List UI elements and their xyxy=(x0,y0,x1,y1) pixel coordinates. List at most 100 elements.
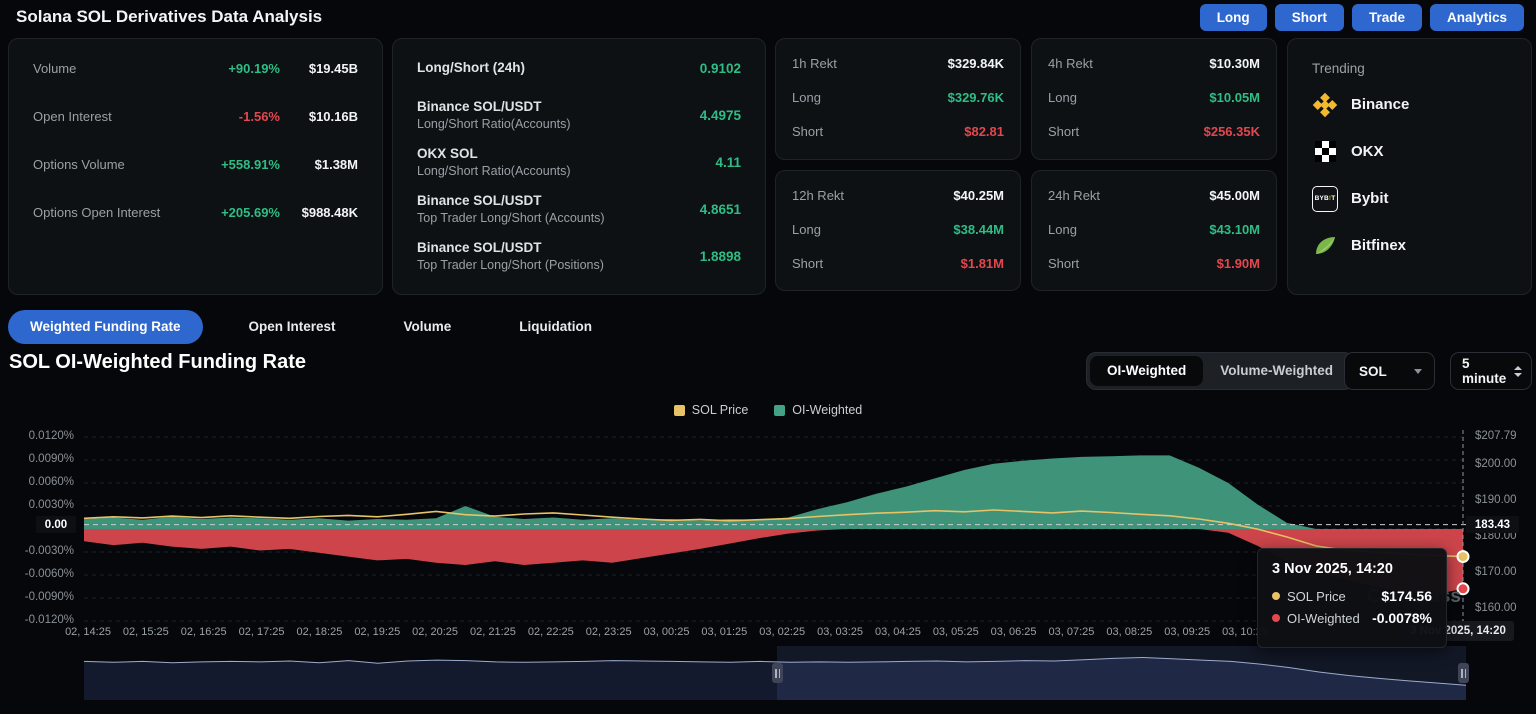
tooltip-row-oi-weighted: OI-Weighted -0.0078% xyxy=(1272,610,1432,626)
short-button[interactable]: Short xyxy=(1275,4,1344,31)
rekt-short-label: Short xyxy=(1048,124,1204,139)
ratio-subtitle: Top Trader Long/Short (Accounts) xyxy=(417,210,700,227)
tab-liquidation[interactable]: Liquidation xyxy=(497,310,614,344)
bybit-logo-icon: BYB!T xyxy=(1312,186,1338,212)
stat-value: $1.38M xyxy=(280,157,358,172)
stat-row-options-open-interest: Options Open Interest +205.69% $988.48K xyxy=(33,188,358,236)
tab-volume[interactable]: Volume xyxy=(382,310,474,344)
y-axis-left-tick: -0.0120% xyxy=(4,614,74,626)
rekt-title: 24h Rekt xyxy=(1048,188,1209,203)
rekt-total: $10.30M xyxy=(1209,56,1260,71)
trending-item-bitfinex[interactable]: Bitfinex xyxy=(1312,222,1507,269)
rekt-long-value: $38.44M xyxy=(953,222,1004,237)
ratio-row: Binance SOL/USDT Top Trader Long/Short (… xyxy=(417,233,741,280)
oi-weighted-swatch xyxy=(774,405,785,416)
rekt-total: $40.25M xyxy=(953,188,1004,203)
trending-item-bybit[interactable]: BYB!T Bybit xyxy=(1312,175,1507,222)
legend-label: SOL Price xyxy=(692,403,749,417)
stats-panel: Volume +90.19% $19.45B Open Interest -1.… xyxy=(8,38,383,295)
header-buttons: Long Short Trade Analytics xyxy=(1200,4,1524,31)
y-axis-right-tick: $160.00 xyxy=(1475,602,1517,614)
trending-item-okx[interactable]: OKX xyxy=(1312,128,1507,175)
interval-select-value: 5 minute xyxy=(1462,356,1514,386)
ratio-title: OKX SOL xyxy=(417,145,715,163)
derivatives-dashboard: Solana SOL Derivatives Data Analysis Lon… xyxy=(0,0,1536,714)
trending-item-binance[interactable]: Binance xyxy=(1312,81,1507,128)
ratio-value: 1.8898 xyxy=(700,249,741,264)
ratio-value: 4.11 xyxy=(715,155,741,170)
segment-oi-weighted[interactable]: OI-Weighted xyxy=(1090,356,1203,386)
oi-weighted-dot-icon xyxy=(1272,614,1280,622)
y-axis-right-tick: $170.00 xyxy=(1475,566,1517,578)
y-axis-right-tick: $200.00 xyxy=(1475,458,1517,470)
rekt-short-value: $256.35K xyxy=(1204,124,1260,139)
rekt-title: 1h Rekt xyxy=(792,56,948,71)
symbol-select[interactable]: SOL xyxy=(1344,352,1435,390)
y-axis-left-tick: 0.0120% xyxy=(4,430,74,442)
rekt-total: $329.84K xyxy=(948,56,1004,71)
legend-item-oi-weighted[interactable]: OI-Weighted xyxy=(774,403,862,417)
ratio-value: 4.4975 xyxy=(700,108,741,123)
long-button[interactable]: Long xyxy=(1200,4,1267,31)
rekt-short-label: Short xyxy=(792,256,961,271)
weighting-toggle: OI-Weighted Volume-Weighted xyxy=(1086,352,1354,390)
legend-item-sol-price[interactable]: SOL Price xyxy=(674,403,749,417)
ratio-row: Binance SOL/USDT Top Trader Long/Short (… xyxy=(417,186,741,233)
rekt-long-value: $43.10M xyxy=(1209,222,1260,237)
ratio-title: Binance SOL/USDT xyxy=(417,239,700,257)
y-axis-right-tick: $190.00 xyxy=(1475,494,1517,506)
navigator-handle-left[interactable] xyxy=(772,663,783,683)
chart-navigator[interactable] xyxy=(84,646,1470,700)
binance-logo-icon xyxy=(1312,92,1338,118)
ratio-subtitle: Long/Short Ratio(Accounts) xyxy=(417,163,715,180)
trending-panel: Trending Binance OKX BYB!T Bybit xyxy=(1287,38,1532,295)
tab-open-interest[interactable]: Open Interest xyxy=(227,310,358,344)
stat-label: Open Interest xyxy=(33,109,192,124)
chevron-down-icon xyxy=(1414,369,1422,374)
stat-value: $988.48K xyxy=(280,205,358,220)
tooltip-value: -0.0078% xyxy=(1372,610,1432,626)
sol-price-swatch xyxy=(674,405,685,416)
current-funding-label: 0.00 xyxy=(36,516,76,533)
tab-weighted-funding-rate[interactable]: Weighted Funding Rate xyxy=(8,310,203,344)
interval-select[interactable]: 5 minute xyxy=(1450,352,1532,390)
ratio-row: OKX SOL Long/Short Ratio(Accounts) 4.11 xyxy=(417,139,741,186)
ratio-subtitle: Long/Short Ratio(Accounts) xyxy=(417,116,700,133)
trending-name: Bitfinex xyxy=(1351,237,1406,254)
stat-label: Volume xyxy=(33,61,192,76)
ratio-value: 4.8651 xyxy=(700,202,741,217)
segment-volume-weighted[interactable]: Volume-Weighted xyxy=(1203,356,1350,386)
chart-tooltip: 3 Nov 2025, 14:20 SOL Price $174.56 OI-W… xyxy=(1257,548,1447,648)
ratio-row: Binance SOL/USDT Long/Short Ratio(Accoun… xyxy=(417,92,741,139)
stat-change: +558.91% xyxy=(192,157,280,172)
stat-change: +205.69% xyxy=(192,205,280,220)
interval-stepper-icon xyxy=(1514,366,1522,377)
tooltip-label: OI-Weighted xyxy=(1287,611,1365,626)
y-axis-right-tick: $207.79 xyxy=(1475,430,1517,442)
page-title: Solana SOL Derivatives Data Analysis xyxy=(16,7,322,27)
current-price-label: 183.43 xyxy=(1466,516,1519,533)
y-axis-left-tick: -0.0030% xyxy=(4,545,74,557)
rekt-title: 4h Rekt xyxy=(1048,56,1209,71)
ratio-title: Binance SOL/USDT xyxy=(417,98,700,116)
rekt-long-value: $10.05M xyxy=(1209,90,1260,105)
rekt-long-label: Long xyxy=(1048,222,1209,237)
rekt-short-value: $82.81 xyxy=(964,124,1004,139)
analytics-button[interactable]: Analytics xyxy=(1430,4,1524,31)
rekt-short-value: $1.81M xyxy=(961,256,1004,271)
navigator-handle-right[interactable] xyxy=(1458,663,1469,683)
rekt-long-label: Long xyxy=(1048,90,1209,105)
legend-label: OI-Weighted xyxy=(792,403,862,417)
stat-row-volume: Volume +90.19% $19.45B xyxy=(33,44,358,92)
bitfinex-logo-icon xyxy=(1312,233,1338,259)
rekt-short-value: $1.90M xyxy=(1217,256,1260,271)
symbol-select-value: SOL xyxy=(1359,364,1414,379)
y-axis-left-tick: -0.0090% xyxy=(4,591,74,603)
trade-button[interactable]: Trade xyxy=(1352,4,1422,31)
tooltip-value: $174.56 xyxy=(1381,588,1432,604)
stat-value: $10.16B xyxy=(280,109,358,124)
ratio-title: Binance SOL/USDT xyxy=(417,192,700,210)
rekt-panel-12h: 12h Rekt$40.25M Long$38.44M Short$1.81M xyxy=(775,170,1021,291)
okx-logo-icon xyxy=(1312,139,1338,165)
y-axis-left-tick: 0.0060% xyxy=(4,476,74,488)
